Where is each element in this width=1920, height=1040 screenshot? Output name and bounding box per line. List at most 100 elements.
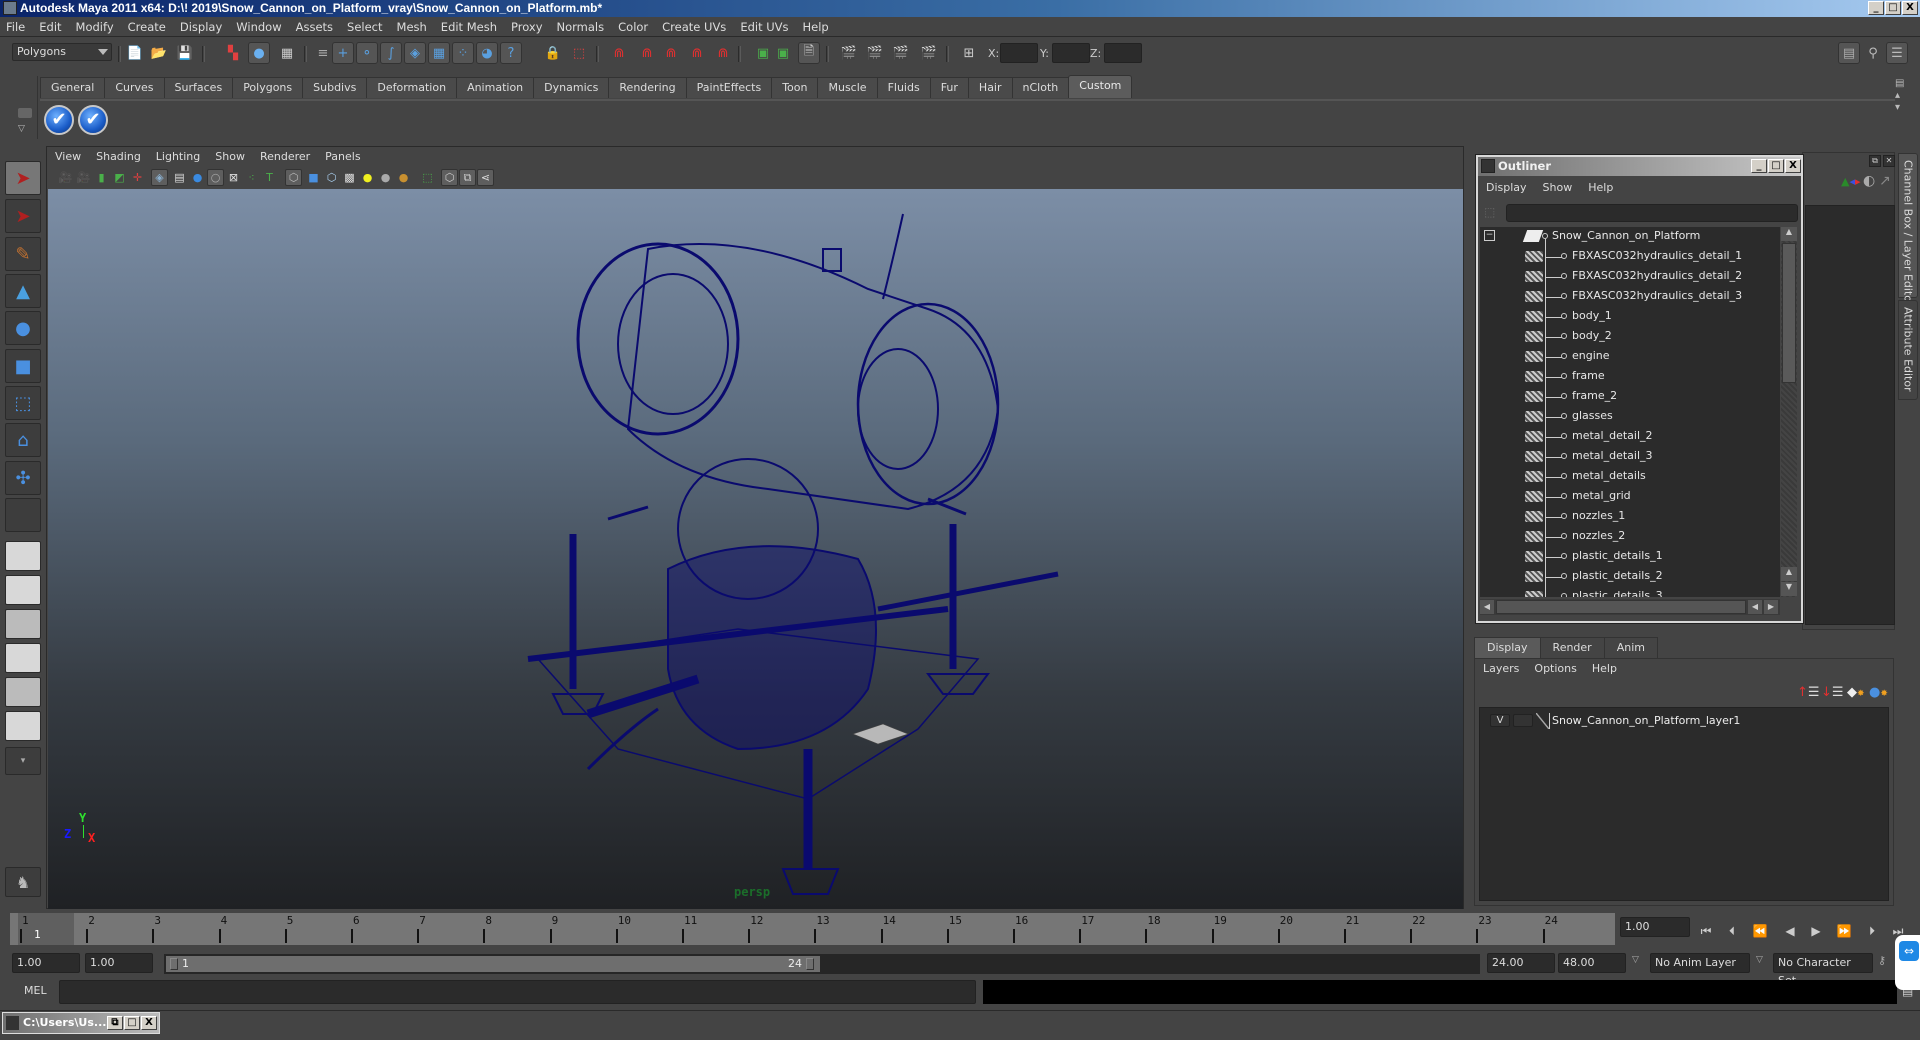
select-deformations-icon[interactable]: ▦ [428, 42, 450, 64]
two-d-pan-zoom-icon[interactable]: ✛ [129, 169, 146, 186]
layout-hypershade-persp-button[interactable] [5, 677, 41, 707]
time-slider[interactable]: 1 1 2 3 4 5 6 7 8 9 10 11 12 13 14 15 16 17 18 19 20 21 22 23 2… [10, 913, 1615, 945]
outliner-menu-help[interactable]: Help [1588, 181, 1613, 194]
layer-menu-help[interactable]: Help [1592, 662, 1617, 675]
lock-icon[interactable]: 🔒 [542, 42, 564, 64]
new-scene-icon[interactable]: 📄 [124, 42, 146, 64]
safe-action-icon[interactable]: ⁖ [243, 169, 260, 186]
range-slider-bar[interactable]: 1 24 [166, 956, 820, 972]
shelf-tab-subdivs[interactable]: Subdivs [302, 77, 368, 98]
maximize-button[interactable]: □ [1885, 1, 1901, 15]
channel-box-manipulator-icon[interactable]: ▲◂▸ [1841, 175, 1861, 188]
minimize-button[interactable]: _ [1868, 1, 1884, 15]
scroll-up-icon[interactable]: ▲ [1781, 567, 1797, 581]
xray-joints-icon[interactable]: ⧉ [459, 169, 476, 186]
scroll-thumb[interactable] [1496, 600, 1746, 614]
outliner-minimize-button[interactable]: _ [1751, 159, 1767, 173]
ipr-render-icon[interactable]: 🎬 [890, 42, 912, 64]
menu-normals[interactable]: Normals [557, 20, 605, 34]
shelf-tab-rendering[interactable]: Rendering [608, 77, 687, 98]
move-tool[interactable]: ▲ [5, 274, 41, 308]
shelf-tab-general[interactable]: General [40, 77, 106, 98]
outliner-maximize-button[interactable]: □ [1768, 159, 1784, 173]
menu-select[interactable]: Select [347, 20, 382, 34]
menu-file[interactable]: File [6, 20, 25, 34]
layout-persp-outliner-button[interactable] [5, 609, 41, 639]
high-quality-icon[interactable]: ● [395, 169, 412, 186]
collapse-icon[interactable]: − [1484, 230, 1495, 241]
move-layer-down-icon[interactable]: ↓☰ [1821, 685, 1844, 700]
teamviewer-icon[interactable]: ⇔ [1899, 941, 1919, 961]
textured-icon[interactable]: ▩ [341, 169, 358, 186]
outliner-item-root[interactable]: − Snow_Cannon_on_Platform [1480, 227, 1780, 247]
xray-icon[interactable]: ⬡ [441, 169, 458, 186]
step-back-key-icon[interactable]: ⏪ [1752, 923, 1768, 939]
menu-help[interactable]: Help [803, 20, 829, 34]
character-set-dropdown-icon[interactable]: ▽ [1756, 955, 1763, 965]
check-button-2[interactable]: ✔ [78, 105, 108, 135]
layer-tab-render[interactable]: Render [1539, 637, 1605, 658]
step-forward-key-icon[interactable]: ⏩ [1836, 923, 1852, 939]
remote-session-widget[interactable]: ⇔ [1895, 935, 1920, 990]
scroll-thumb[interactable] [1782, 243, 1796, 383]
render-view-icon[interactable]: 🎬 [838, 42, 860, 64]
layout-more-icon[interactable]: ▾ [5, 747, 41, 775]
construction-history-icon[interactable]: 🗎 [798, 42, 820, 64]
layout-four-view-button[interactable] [5, 575, 41, 605]
shelf-tab-dynamics[interactable]: Dynamics [533, 77, 610, 98]
outliner-item[interactable]: body_1 [1480, 307, 1780, 327]
shelf-menu-icon[interactable]: ▽ [18, 124, 25, 134]
use-all-lights-icon[interactable]: ● [359, 169, 376, 186]
auto-key-icon[interactable]: ⚷ [1878, 954, 1886, 967]
outliner-item[interactable]: body_2 [1480, 327, 1780, 347]
bookmarks-icon[interactable]: ▮ [93, 169, 110, 186]
shelf-tab-muscle[interactable]: Muscle [817, 77, 878, 98]
step-forward-frame-icon[interactable]: ⏵ [1864, 923, 1880, 939]
panel-menu-panels[interactable]: Panels [325, 150, 360, 163]
tool-settings-toggle-icon[interactable]: ⚲ [1862, 42, 1884, 64]
show-manipulator-tool[interactable]: ✣ [5, 461, 41, 495]
layer-row[interactable]: V Snow_Cannon_on_Platform_layer1 [1480, 712, 1880, 730]
layer-visibility-toggle[interactable]: V [1490, 714, 1510, 727]
select-by-component-icon[interactable]: ▦ [276, 42, 298, 64]
layer-menu-layers[interactable]: Layers [1483, 662, 1519, 675]
outliner-search-input[interactable] [1506, 204, 1798, 222]
scale-tool[interactable]: ■ [5, 349, 41, 383]
rotate-tool[interactable]: ● [5, 311, 41, 345]
input-mode-icon[interactable]: ⊞ [958, 42, 980, 64]
menu-edit-mesh[interactable]: Edit Mesh [441, 20, 497, 34]
outliner-item[interactable]: nozzles_1 [1480, 507, 1780, 527]
range-start-handle[interactable] [170, 958, 178, 970]
save-scene-icon[interactable]: 💾 [174, 42, 196, 64]
shelf-tab-painteffects[interactable]: PaintEffects [685, 77, 773, 98]
outliner-item[interactable]: frame_2 [1480, 387, 1780, 407]
lock-selection-icon[interactable]: ≡ [312, 42, 334, 64]
command-input[interactable] [59, 980, 976, 1004]
layer-display-type-toggle[interactable] [1513, 714, 1533, 727]
field-chart-icon[interactable]: ⊠ [225, 169, 242, 186]
make-live-icon[interactable]: ⋒ [712, 42, 734, 64]
outliner-close-button[interactable]: X [1785, 159, 1801, 173]
select-joints-icon[interactable]: ⚬ [356, 42, 378, 64]
attribute-editor-toggle-icon[interactable]: ▤ [1838, 42, 1860, 64]
outliner-item[interactable]: nozzles_2 [1480, 527, 1780, 547]
go-to-start-icon[interactable]: ⏮ [1698, 923, 1714, 939]
minimized-window[interactable]: C:\Users\Us... ⧉ □ X [2, 1012, 160, 1034]
outliner-item[interactable]: FBXASC032hydraulics_detail_3 [1480, 287, 1780, 307]
outliner-item[interactable]: FBXASC032hydraulics_detail_2 [1480, 267, 1780, 287]
select-tool[interactable]: ➤ [5, 161, 41, 195]
panel-menu-shading[interactable]: Shading [96, 150, 141, 163]
minimized-maximize-button[interactable]: □ [124, 1016, 140, 1030]
camera-attributes-icon[interactable]: 🎥 [75, 169, 92, 186]
layer-tab-anim[interactable]: Anim [1603, 637, 1658, 658]
end-time-field[interactable]: 48.00 [1558, 953, 1626, 973]
resolution-gate-icon[interactable]: ● [189, 169, 206, 186]
menu-modify[interactable]: Modify [76, 20, 114, 34]
command-language-label[interactable]: MEL [24, 984, 47, 997]
shelf-tab-curves[interactable]: Curves [104, 77, 165, 98]
close-panel-icon[interactable]: ✕ [1883, 155, 1895, 167]
scroll-left-icon[interactable]: ◀ [1748, 600, 1762, 614]
play-forwards-icon[interactable]: ▶ [1808, 923, 1824, 939]
output-connections-icon[interactable]: ▣ [772, 42, 794, 64]
gate-mask-icon[interactable]: ○ [207, 169, 224, 186]
